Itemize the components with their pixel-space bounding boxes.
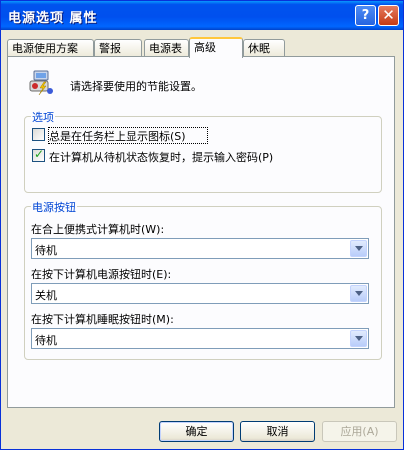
power-button-value: 关机	[35, 289, 57, 302]
lid-close-label: 在合上便携式计算机时(W):	[31, 223, 165, 236]
prompt-password-checkbox[interactable]: ✓	[32, 147, 45, 162]
window-title: 电源选项 属性	[8, 11, 98, 26]
chevron-down-icon	[355, 291, 363, 296]
apply-button[interactable]: 应用(A)	[322, 421, 397, 442]
show-tray-icon-checkbox[interactable]	[32, 128, 45, 141]
sleep-button-dropdown-button[interactable]	[350, 330, 367, 347]
options-group-title: 选项	[31, 109, 55, 125]
power-button-select[interactable]: 关机	[31, 283, 369, 304]
tab-advanced[interactable]: 高级	[189, 37, 243, 58]
sleep-button-select[interactable]: 待机	[31, 328, 369, 349]
power-settings-icon	[29, 70, 53, 96]
advanced-panel: 请选择要使用的节能设置。 选项 总是在任务栏上显示图标(S) ✓ 在计算机从待机…	[7, 56, 395, 408]
tab-power-meter[interactable]: 电源表	[144, 39, 189, 57]
power-button-label: 在按下计算机电源按钮时(E):	[31, 268, 172, 281]
lid-close-value: 待机	[35, 244, 57, 257]
power-buttons-group-title: 电源按钮	[31, 199, 77, 215]
tab-power-schemes[interactable]: 电源使用方案	[7, 39, 94, 57]
show-tray-icon-label: 总是在任务栏上显示图标(S)	[49, 130, 186, 143]
tab-alarms[interactable]: 警报	[94, 39, 142, 57]
close-icon: ✕	[382, 6, 395, 24]
power-button-dropdown-button[interactable]	[350, 285, 367, 302]
close-button[interactable]: ✕	[378, 5, 399, 26]
help-button[interactable]: ?	[355, 5, 376, 26]
sleep-button-label: 在按下计算机睡眠按钮时(M):	[31, 313, 174, 326]
power-buttons-group: 电源按钮 在合上便携式计算机时(W): 待机 在按下计算机电源按钮时(E): 关…	[24, 199, 382, 360]
chevron-down-icon	[355, 336, 363, 341]
chevron-down-icon	[355, 246, 363, 251]
power-options-dialog: 电源选项 属性 ? ✕ 电源使用方案 警报 电源表 高级 休眠 请选择要使用的节…	[0, 0, 404, 450]
lid-close-dropdown-button[interactable]	[350, 240, 367, 257]
options-group: 选项 总是在任务栏上显示图标(S) ✓ 在计算机从待机状态恢复时，提示输入密码(…	[24, 109, 382, 193]
sleep-button-value: 待机	[35, 334, 57, 347]
check-mark-icon: ✓	[34, 147, 45, 161]
lid-close-select[interactable]: 待机	[31, 238, 369, 259]
intro-text: 请选择要使用的节能设置。	[70, 80, 202, 93]
prompt-password-label: 在计算机从待机状态恢复时，提示输入密码(P)	[49, 151, 274, 164]
help-icon: ?	[361, 8, 370, 23]
ok-button[interactable]: 确定	[159, 421, 234, 442]
tab-hibernate[interactable]: 休眠	[243, 39, 285, 57]
cancel-button[interactable]: 取消	[240, 421, 315, 442]
title-bar[interactable]: 电源选项 属性 ? ✕	[1, 1, 403, 30]
